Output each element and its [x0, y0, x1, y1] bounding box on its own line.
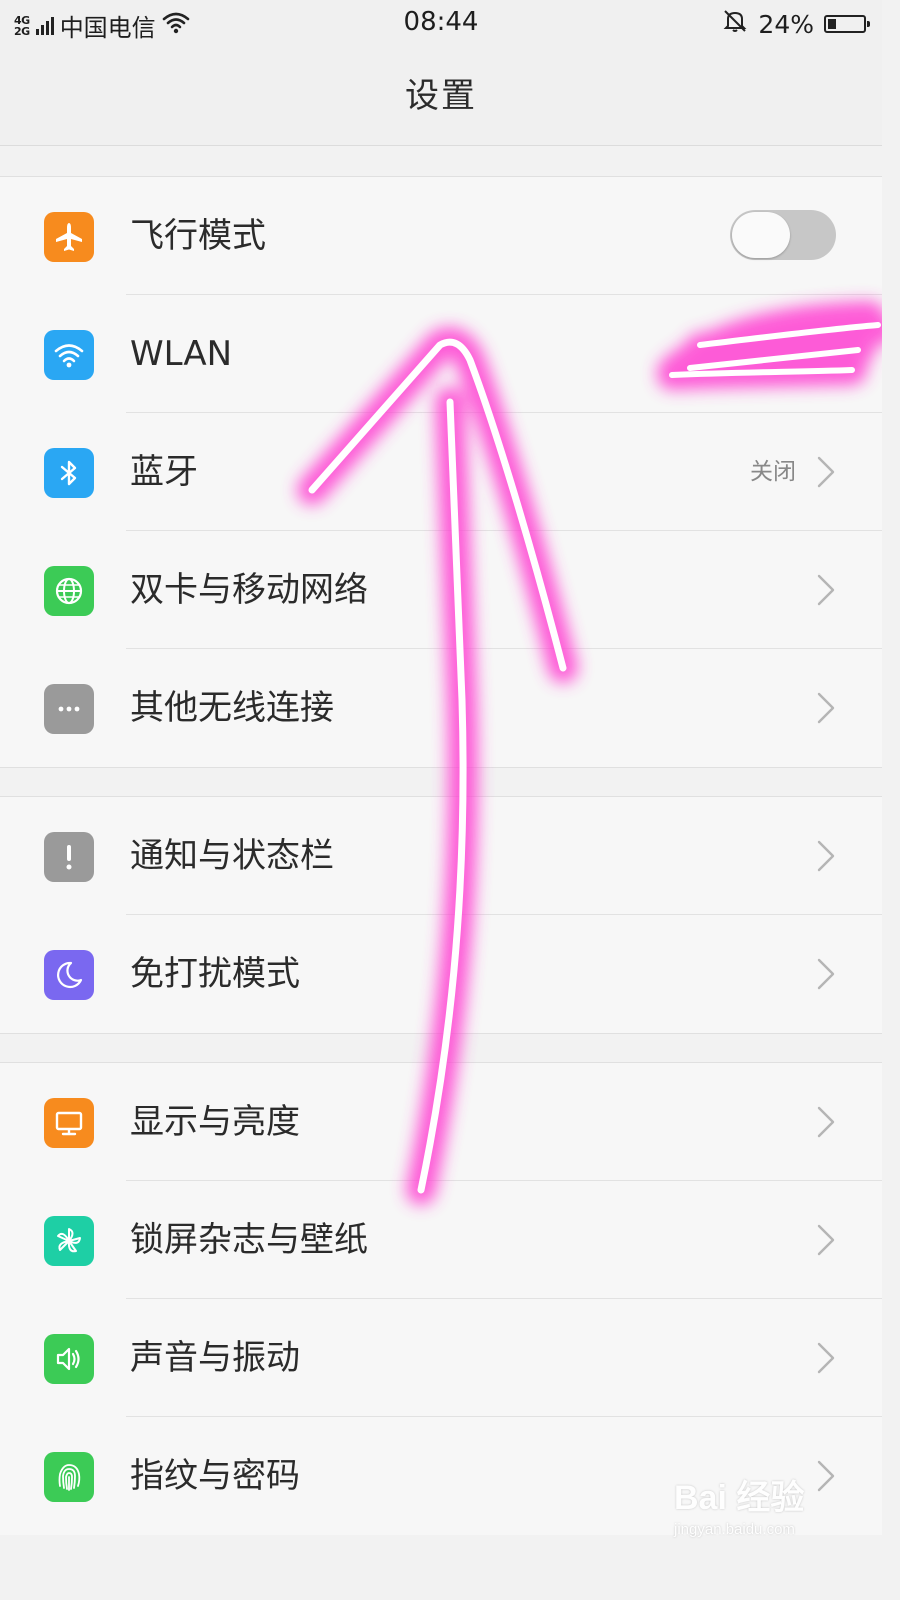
settings-item-label: 飞行模式: [130, 216, 266, 256]
settings-item-other-wireless[interactable]: 其他无线连接: [0, 649, 882, 767]
settings-item-wlan[interactable]: WLAN: [0, 295, 882, 413]
settings-group-notifications: 通知与状态栏 免打扰模式: [0, 796, 882, 1034]
watermark-url: jingyan.baidu.com: [674, 1521, 795, 1538]
speaker-icon: [44, 1334, 94, 1384]
battery-percent: 24%: [758, 9, 814, 39]
settings-item-bluetooth[interactable]: 蓝牙 关闭: [0, 413, 882, 531]
wifi-icon: [44, 330, 94, 380]
chevron-right-icon: [816, 840, 836, 872]
battery-icon: [824, 15, 870, 33]
page-title: 设置: [405, 76, 477, 116]
settings-item-airplane-mode[interactable]: 飞行模式: [0, 177, 882, 295]
settings-item-label: 指纹与密码: [130, 1456, 300, 1496]
airplane-icon: [44, 212, 94, 262]
more-dots-icon: [44, 684, 94, 734]
settings-item-label: 其他无线连接: [130, 688, 334, 728]
settings-item-label: 免打扰模式: [130, 954, 300, 994]
settings-item-lockscreen-wallpaper[interactable]: 锁屏杂志与壁纸: [0, 1181, 882, 1299]
airplane-mode-toggle[interactable]: [730, 210, 836, 260]
chevron-right-icon: [816, 958, 836, 990]
settings-item-label: 蓝牙: [130, 452, 198, 492]
bell-muted-icon: [722, 8, 748, 40]
chevron-right-icon: [816, 1106, 836, 1138]
bluetooth-icon: [44, 448, 94, 498]
monitor-icon: [44, 1098, 94, 1148]
settings-item-label: 声音与振动: [130, 1338, 300, 1378]
settings-item-display-brightness[interactable]: 显示与亮度: [0, 1063, 882, 1181]
settings-item-sound-vibration[interactable]: 声音与振动: [0, 1299, 882, 1417]
settings-item-label: 双卡与移动网络: [130, 570, 368, 610]
exclamation-icon: [44, 832, 94, 882]
chevron-right-icon: [816, 1224, 836, 1256]
chevron-right-icon: [816, 574, 836, 606]
fingerprint-icon: [44, 1452, 94, 1502]
globe-icon: [44, 566, 94, 616]
settings-item-label: 显示与亮度: [130, 1102, 300, 1142]
settings-item-value: 关闭: [750, 459, 796, 485]
status-right: 24%: [722, 8, 870, 40]
chevron-right-icon: [816, 692, 836, 724]
settings-item-notification-status-bar[interactable]: 通知与状态栏: [0, 797, 882, 915]
settings-group-display: 显示与亮度锁屏杂志与壁纸 声音与振动指纹与密码: [0, 1062, 882, 1535]
settings-item-do-not-disturb[interactable]: 免打扰模式: [0, 915, 882, 1033]
settings-group-connectivity: 飞行模式 WLAN 蓝牙 关闭双卡与移动网络 其他无线连接: [0, 176, 882, 768]
settings-item-dual-sim-mobile-network[interactable]: 双卡与移动网络: [0, 531, 882, 649]
status-bar: 4G 2G 中国电信 08:44 24%: [0, 0, 882, 46]
baidu-jingyan-watermark: Bai 经验 jingyan.baidu.com: [674, 1470, 844, 1550]
chevron-right-icon: [816, 1342, 836, 1374]
pinwheel-icon: [44, 1216, 94, 1266]
settings-item-label: WLAN: [130, 334, 233, 374]
toggle-knob: [732, 212, 790, 258]
title-bar: 设置: [0, 46, 882, 146]
chevron-right-icon: [816, 456, 836, 488]
moon-icon: [44, 950, 94, 1000]
settings-item-label: 锁屏杂志与壁纸: [130, 1220, 368, 1260]
watermark-logo: Bai 经验: [674, 1479, 805, 1517]
settings-item-label: 通知与状态栏: [130, 836, 334, 876]
battery-level-fill: [828, 19, 837, 29]
